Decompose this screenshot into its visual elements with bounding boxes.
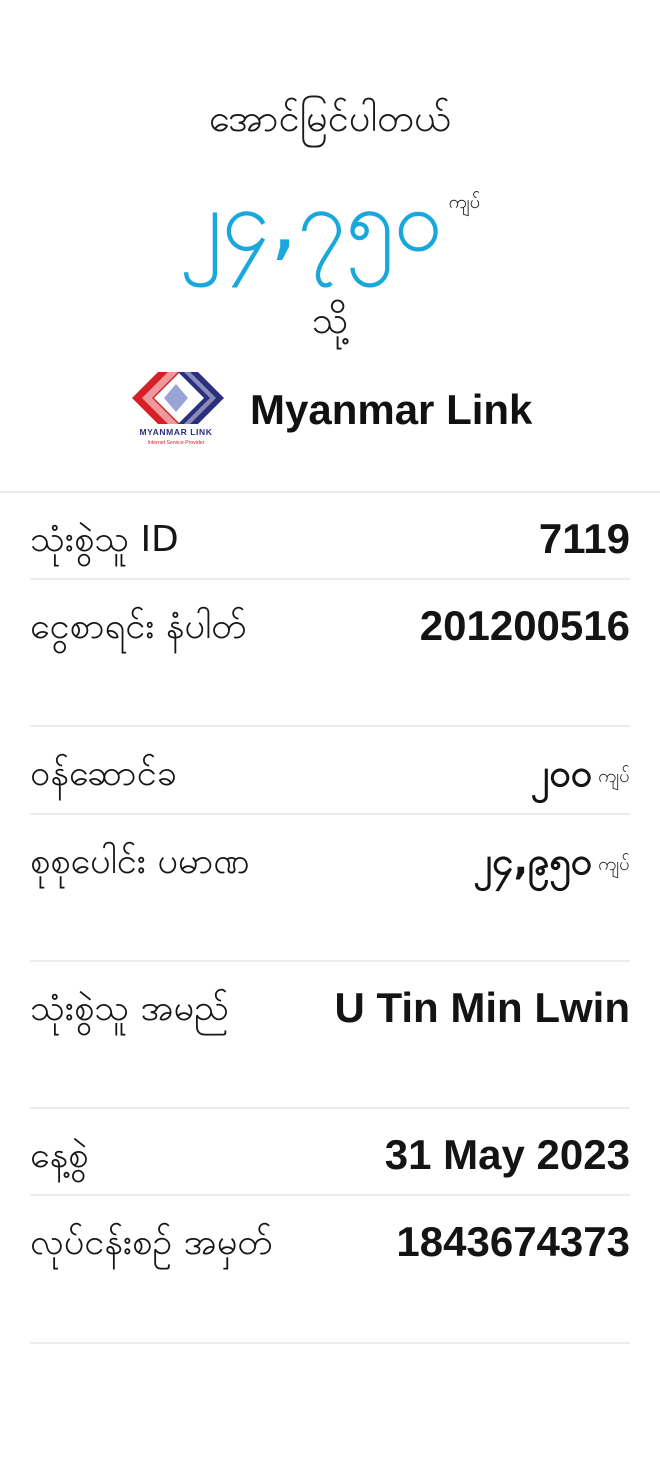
details-list: သုံးစွဲသူ ID 7119 ငွေစာရင်း နံပါတ် 20120…	[30, 493, 630, 1344]
logo-text: MYANMAR LINK	[140, 427, 213, 437]
amount-unit: ကျပ်	[448, 191, 481, 213]
detail-label: သုံးစွဲသူ အမည်	[30, 988, 229, 1029]
myanmar-link-logo-icon: MYANMAR LINK Internet Service Provider	[132, 372, 224, 446]
merchant-name: Myanmar Link	[250, 386, 533, 433]
detail-row-date: နေ့စွဲ 31 May 2023	[30, 1109, 630, 1196]
to-label: သို့	[311, 298, 349, 342]
detail-row-total-amount: စုစုပေါင်း ပမာဏ ၂၄,၉၅၀ ကျပ်	[30, 815, 630, 962]
amount-value: ၂၄,၇၅၀	[179, 171, 443, 271]
amount-row: ၂၄,၇၅၀ ကျပ်	[0, 166, 660, 276]
detail-value: U Tin Min Lwin	[334, 984, 630, 1031]
detail-label: နေ့စွဲ	[30, 1135, 89, 1176]
detail-value: 1843674373	[396, 1218, 630, 1265]
status-text: အောင်မြင်ပါတယ်	[208, 96, 452, 140]
detail-label: လုပ်ငန်းစဉ် အမှတ်	[30, 1222, 273, 1263]
detail-label: ဝန်ဆောင်ခ	[30, 753, 177, 794]
detail-label: ငွေစာရင်း နံပါတ်	[30, 606, 247, 647]
detail-label: စုစုပေါင်း ပမာဏ	[30, 841, 250, 882]
detail-row-service-fee: ဝန်ဆောင်ခ ၂၀၀ ကျပ်	[30, 727, 630, 815]
detail-label: သုံးစွဲသူ ID	[30, 519, 179, 560]
detail-row-account-number: ငွေစာရင်း နံပါတ် 201200516	[30, 580, 630, 727]
receipt-card: အောင်မြင်ပါတယ် ၂၄,၇၅၀ ကျပ် သို့ MYANMAR L…	[0, 0, 660, 1473]
logo-subtext: Internet Service Provider	[147, 440, 204, 446]
detail-unit: ကျပ်	[598, 852, 630, 875]
detail-value: 31 May 2023	[384, 1131, 630, 1178]
detail-value: ၂၄,၉၅၀ ကျပ်	[473, 839, 630, 883]
detail-value: ၂၀၀ ကျပ်	[530, 751, 630, 795]
detail-unit: ကျပ်	[598, 764, 630, 787]
detail-value: 201200516	[419, 602, 630, 649]
detail-value: 7119	[538, 515, 630, 562]
receipt-header: အောင်မြင်ပါတယ် ၂၄,၇၅၀ ကျပ် သို့ MYANMAR L…	[0, 0, 660, 492]
detail-row-user-name: သုံးစွဲသူ အမည် U Tin Min Lwin	[30, 962, 630, 1109]
detail-row-transaction-id: လုပ်ငန်းစဉ် အမှတ် 1843674373	[30, 1196, 630, 1344]
detail-row-user-id: သုံးစွဲသူ ID 7119	[30, 493, 630, 580]
